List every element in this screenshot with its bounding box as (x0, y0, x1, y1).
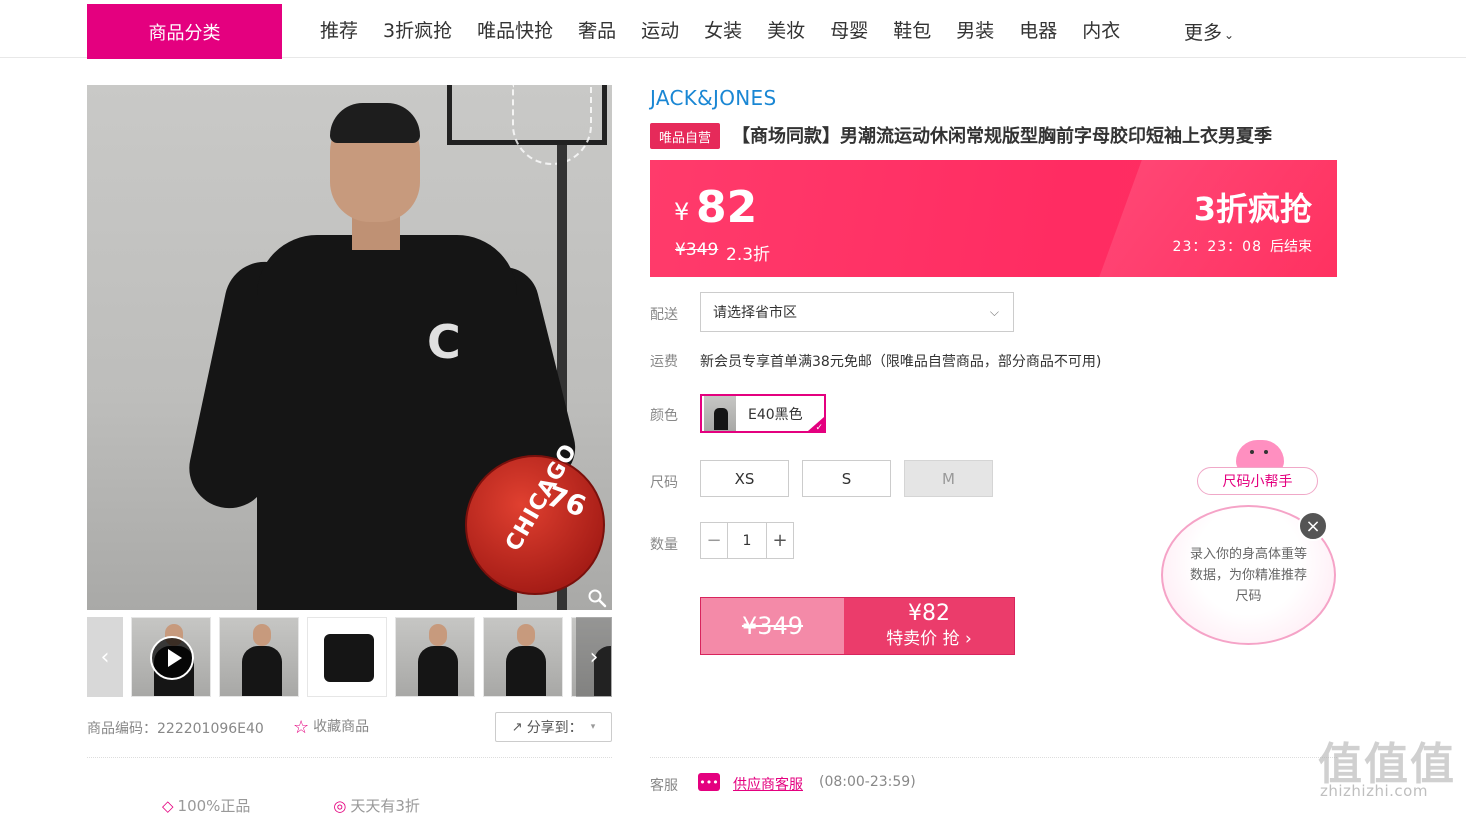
shirt-logo: C (427, 315, 461, 369)
thumb-next-arrow[interactable]: › (576, 617, 612, 697)
star-icon: ☆ (293, 717, 310, 738)
region-select-value: 请选择省市区 (713, 305, 797, 321)
nav-more-dropdown[interactable]: 更多 ⌄ (1184, 18, 1234, 45)
model-hair (330, 103, 420, 143)
countdown: 23：23：08 后结束 (1173, 236, 1312, 256)
size-option-s[interactable]: S (802, 460, 891, 497)
discount-rate: 2.3折 (726, 245, 771, 265)
product-main-image[interactable]: C CHICAGO 76 (87, 85, 612, 610)
quantity-input[interactable]: 1 (727, 523, 767, 558)
buy-original-price: ¥349 (701, 598, 844, 654)
hoop-net-graphic (512, 85, 592, 165)
divider (650, 757, 1337, 758)
nav-item-recommend[interactable]: 推荐 (320, 16, 358, 43)
brand-link[interactable]: JACK&JONES (650, 86, 777, 110)
favorite-label: 收藏商品 (313, 719, 370, 735)
color-thumbnail (704, 396, 736, 431)
guarantee-row: ◇ 100%正品 ◎ 天天有3折 (162, 795, 612, 816)
nav-items: 推荐 3折疯抢 唯品快抢 奢品 运动 女装 美妆 母婴 鞋包 男装 电器 内衣 (320, 0, 1145, 58)
service-label: 客服 (650, 778, 678, 794)
nav-item-underwear[interactable]: 内衣 (1082, 16, 1120, 43)
size-label: 尺码 (650, 475, 678, 491)
nav-item-beauty[interactable]: 美妆 (767, 16, 805, 43)
chevron-down-icon: ⌄ (1224, 28, 1235, 42)
close-icon[interactable]: × (1298, 511, 1328, 541)
favorite-button[interactable]: ☆ 收藏商品 (293, 716, 369, 738)
thumb-prev-arrow[interactable]: ‹ (87, 617, 123, 697)
nav-item-sports[interactable]: 运动 (641, 16, 679, 43)
share-label: 分享到： (526, 720, 583, 736)
self-operated-badge: 唯品自营 (650, 123, 720, 149)
original-price: ¥349 (675, 240, 719, 260)
countdown-suffix: 后结束 (1270, 239, 1312, 255)
delivery-label: 配送 (650, 307, 678, 323)
region-select[interactable]: 请选择省市区 ⌵ (700, 292, 1014, 332)
shield-icon: ◇ (162, 797, 174, 815)
price-banner: ¥ 82 ¥349 2.3折 3折疯抢 23：23：08 后结束 (650, 160, 1337, 277)
check-icon: ✓ (815, 423, 823, 433)
nav-item-women[interactable]: 女装 (704, 16, 742, 43)
thumbnail[interactable] (219, 617, 299, 697)
watermark: 值值值 zhizhizhi.com (1318, 728, 1458, 810)
size-option-xs[interactable]: XS (700, 460, 789, 497)
thumbnail-video[interactable] (131, 617, 211, 697)
sku-code: 商品编码：222201096E40 (87, 721, 264, 737)
service-hours: (08:00-23:59) (819, 774, 916, 790)
quantity-stepper: − 1 + (700, 522, 794, 559)
size-option-m[interactable]: M (904, 460, 993, 497)
color-option-e40-black[interactable]: E40黑色 ✓ (700, 394, 826, 433)
chevron-down-icon: ▾ (590, 722, 596, 732)
size-helper-text: 录入你的身高体重等数据，为你精准推荐尺码 (1189, 546, 1307, 604)
color-label: 颜色 (650, 408, 678, 424)
freight-text: 新会员专享首单满38元免邮（限唯品自营商品，部分商品不可用) (700, 354, 1102, 370)
share-icon: ↗ (511, 719, 523, 735)
nav-item-luxury[interactable]: 奢品 (578, 16, 616, 43)
promo-title: 3折疯抢 (1193, 190, 1312, 228)
buy-price: ¥82 (908, 601, 950, 626)
thumbnail-strip: ‹ › (87, 617, 612, 697)
thumbnail[interactable] (395, 617, 475, 697)
chevron-down-icon: ⌵ (989, 305, 999, 319)
watermark-domain: zhizhizhi.com (1320, 782, 1428, 800)
currency-symbol: ¥ (674, 198, 690, 226)
share-button[interactable]: ↗ 分享到： ▾ (495, 712, 612, 742)
top-nav: 商品分类 推荐 3折疯抢 唯品快抢 奢品 运动 女装 美妆 母婴 鞋包 男装 电… (0, 0, 1466, 59)
guarantee-authentic: ◇ 100%正品 (162, 797, 251, 815)
color-option-label: E40黑色 (748, 406, 803, 423)
zoom-icon[interactable] (587, 588, 607, 608)
nav-item-quick-grab[interactable]: 唯品快抢 (477, 16, 553, 43)
size-helper-button[interactable]: 尺码小帮手 (1197, 467, 1318, 495)
supplier-service-link[interactable]: 供应商客服 (733, 774, 803, 794)
nav-item-men[interactable]: 男装 (956, 16, 994, 43)
product-meta-row: 商品编码：222201096E40 ☆ 收藏商品 ↗ 分享到： ▾ (87, 712, 612, 742)
nav-more-label: 更多 (1184, 22, 1223, 44)
buy-main: ¥82 特卖价 抢 › (844, 598, 1014, 654)
quantity-decrement-button[interactable]: − (701, 523, 727, 558)
nav-item-baby[interactable]: 母婴 (830, 16, 868, 43)
thumbnail[interactable] (483, 617, 563, 697)
category-button[interactable]: 商品分类 (87, 4, 282, 59)
quantity-increment-button[interactable]: + (767, 523, 793, 558)
nav-item-flash-30[interactable]: 3折疯抢 (383, 16, 452, 43)
buy-label: 特卖价 抢 › (886, 629, 972, 649)
tag-icon: ◎ (333, 797, 347, 815)
countdown-time: 23：23：08 (1172, 239, 1262, 255)
thumbnail[interactable] (307, 617, 387, 697)
buy-button[interactable]: ¥349 ¥82 特卖价 抢 › (700, 597, 1015, 655)
quantity-label: 数量 (650, 537, 678, 553)
guarantee-daily-discount: ◎ 天天有3折 (333, 797, 420, 815)
play-icon (150, 636, 194, 680)
chat-icon: ••• (698, 773, 720, 791)
nav-item-shoes-bags[interactable]: 鞋包 (893, 16, 931, 43)
product-title: 【商场同款】男潮流运动休闲常规版型胸前字母胶印短袖上衣男夏季 (732, 126, 1272, 147)
current-price: 82 (696, 182, 758, 233)
freight-label: 运费 (650, 354, 678, 370)
nav-item-appliances[interactable]: 电器 (1019, 16, 1057, 43)
divider (87, 757, 612, 758)
